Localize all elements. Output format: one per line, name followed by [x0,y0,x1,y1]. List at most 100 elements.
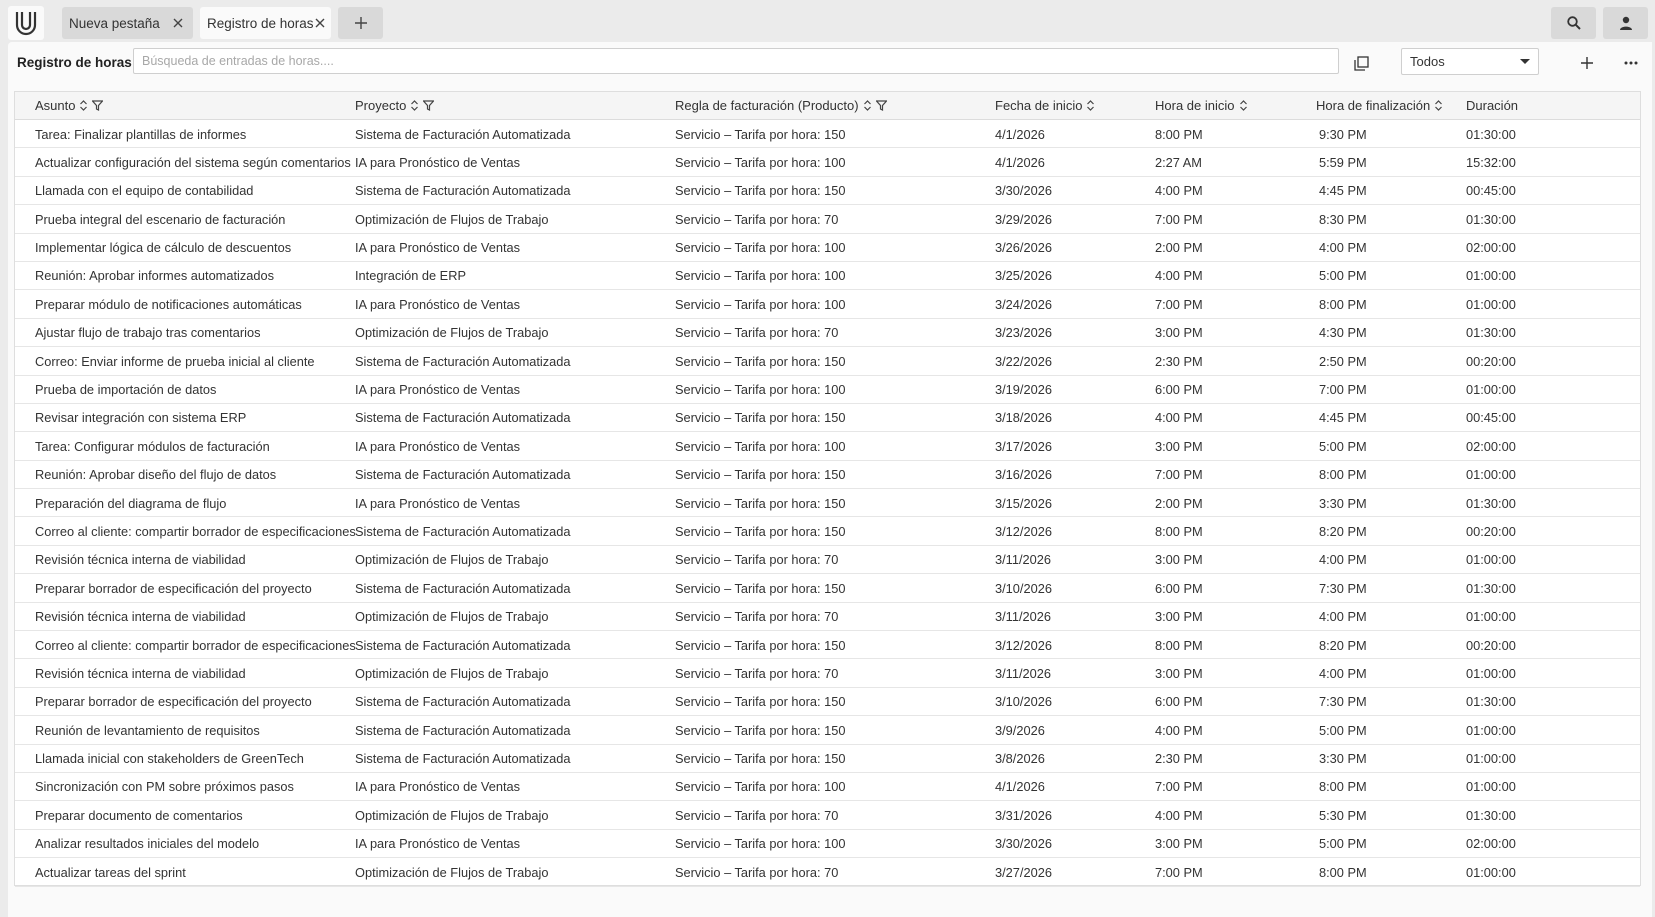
cell-hora-finalizacion: 8:20 PM [1319,523,1367,539]
cell-hora-inicio: 8:00 PM [1155,523,1203,539]
table-row[interactable]: Actualizar tareas del sprint Optimización… [15,858,1640,887]
table-row[interactable]: Preparación del diagrama de flujo IA para… [15,489,1640,518]
table-row[interactable]: Correo: Enviar informe de prueba inicial… [15,347,1640,376]
cell-duracion: 01:00:00 [1466,382,1516,398]
cell-hora-finalizacion: 8:00 PM [1319,864,1367,880]
cell-asunto: Reunión: Aprobar informes automatizados [35,268,275,284]
cell-hora-inicio: 7:00 PM [1155,467,1203,483]
cell-hora-inicio: 4:00 PM [1155,722,1203,738]
table-row[interactable]: Correo al cliente: compartir borrador de… [15,517,1640,546]
filter-select[interactable]: Todos [1401,48,1539,75]
column-header-label: Proyecto [355,98,407,113]
table-row[interactable]: Implementar lógica de cálculo de descuen… [15,234,1640,262]
cell-hora-inicio: 4:00 PM [1155,410,1203,426]
filter-icon[interactable] [92,100,104,111]
cell-duracion: 00:20:00 [1466,523,1516,539]
cell-duracion: 01:00:00 [1466,467,1516,483]
table-row[interactable]: Reunión de levantamiento de requisitos Si… [15,716,1640,745]
column-header-duracion[interactable]: Duración [1466,92,1518,119]
table-row[interactable]: Reunión: Aprobar informes automatizados I… [15,262,1640,291]
cell-asunto: Analizar resultados iniciales del modelo [35,836,260,852]
new-tab-button[interactable] [338,7,383,39]
filter-icon[interactable] [875,100,887,111]
table-row[interactable]: Revisión técnica interna de viabilidad Op… [15,546,1640,575]
cell-duracion: 01:30:00 [1466,495,1516,511]
sort-icon[interactable] [1239,100,1247,111]
table-row[interactable]: Llamada inicial con stakeholders de Gree… [15,745,1640,773]
sort-icon[interactable] [80,100,88,111]
column-header-fecha-inicio[interactable]: Fecha de inicio [995,92,1095,119]
cell-fecha-inicio: 3/9/2026 [995,722,1045,738]
column-header-hora-finalizacion[interactable]: Hora de finalización [1316,92,1443,119]
cell-hora-inicio: 2:27 AM [1155,154,1202,170]
cell-proyecto: Sistema de Facturación Automatizada [355,694,571,710]
cell-hora-finalizacion: 5:59 PM [1319,154,1367,170]
table-row[interactable]: Llamada con el equipo de contabilidad Sis… [15,177,1640,206]
table-row[interactable]: Analizar resultados iniciales del modelo… [15,830,1640,859]
user-account-button[interactable] [1603,7,1648,39]
cell-fecha-inicio: 3/11/2026 [995,552,1051,568]
cell-proyecto: Optimización de Flujos de Trabajo [355,609,549,625]
table-row[interactable]: Revisión técnica interna de viabilidad Op… [15,659,1640,688]
table-row[interactable]: Tarea: Finalizar plantillas de informes S… [15,120,1640,149]
user-icon [1619,16,1632,30]
cell-regla-facturacion: Servicio – Tarifa por hora: 70 [675,864,839,880]
filter-icon[interactable] [423,100,435,111]
app-logo[interactable] [8,6,44,40]
sort-icon[interactable] [863,100,871,111]
table-row[interactable]: Preparar borrador de especificación del … [15,574,1640,603]
copy-button[interactable] [1348,50,1374,76]
cell-hora-finalizacion: 8:00 PM [1319,467,1367,483]
table-row[interactable]: Prueba integral del escenario de factura… [15,205,1640,234]
close-icon[interactable] [314,12,327,34]
table-row[interactable]: Actualizar configuración del sistema seg… [15,148,1640,177]
table-row[interactable]: Preparar módulo de notificaciones automá… [15,290,1640,319]
add-entry-button[interactable] [1574,50,1600,76]
cell-hora-finalizacion: 7:30 PM [1319,580,1367,596]
sort-icon[interactable] [1087,100,1095,111]
cell-hora-inicio: 4:00 PM [1155,268,1203,284]
sort-icon[interactable] [1435,100,1443,111]
column-header-proyecto[interactable]: Proyecto [355,92,435,119]
cell-hora-finalizacion: 7:00 PM [1319,382,1367,398]
table-row[interactable]: Preparar borrador de especificación del … [15,688,1640,717]
column-header-hora-inicio[interactable]: Hora de inicio [1155,92,1247,119]
cell-duracion: 01:30:00 [1466,807,1516,823]
cell-regla-facturacion: Servicio – Tarifa por hora: 150 [675,495,846,511]
cell-hora-inicio: 7:00 PM [1155,864,1203,880]
tab-registro-de-horas[interactable]: Registro de horas [200,7,331,39]
cell-hora-inicio: 7:00 PM [1155,211,1203,227]
table-row[interactable]: Ajustar flujo de trabajo tras comentario… [15,319,1640,348]
cell-hora-finalizacion: 2:50 PM [1319,353,1367,369]
sort-icon[interactable] [411,100,419,111]
column-header-regla-facturacion[interactable]: Regla de facturación (Producto) [675,92,887,119]
cell-asunto: Reunión: Aprobar diseño del flujo de dat… [35,467,277,483]
more-options-button[interactable] [1618,50,1644,76]
table-row[interactable]: Revisar integración con sistema ERP Siste… [15,404,1640,433]
table-row[interactable]: Correo al cliente: compartir borrador de… [15,631,1640,660]
table-row[interactable]: Reunión: Aprobar diseño del flujo de dat… [15,461,1640,490]
cell-regla-facturacion: Servicio – Tarifa por hora: 100 [675,154,846,170]
close-icon[interactable] [167,12,189,34]
cell-duracion: 00:45:00 [1466,410,1516,426]
tab-nueva-pestana[interactable]: Nueva pestaña [62,7,193,39]
cell-duracion: 01:00:00 [1466,779,1516,795]
cell-hora-inicio: 3:00 PM [1155,836,1203,852]
search-input[interactable] [133,48,1339,74]
global-search-button[interactable] [1551,7,1596,39]
column-header-asunto[interactable]: Asunto [35,92,104,119]
cell-asunto: Sincronización con PM sobre próximos pas… [35,779,294,795]
cell-fecha-inicio: 3/12/2026 [995,523,1052,539]
cell-duracion: 01:30:00 [1466,694,1516,710]
table-row[interactable]: Revisión técnica interna de viabilidad Op… [15,603,1640,632]
cell-hora-finalizacion: 3:30 PM [1319,495,1367,511]
cell-hora-inicio: 3:00 PM [1155,552,1203,568]
table-row[interactable]: Tarea: Configurar módulos de facturación… [15,432,1640,461]
cell-proyecto: Sistema de Facturación Automatizada [355,580,571,596]
cell-regla-facturacion: Servicio – Tarifa por hora: 150 [675,523,846,539]
cell-hora-inicio: 4:00 PM [1155,807,1203,823]
table-row[interactable]: Preparar documento de comentarios Optimiz… [15,801,1640,830]
table-row[interactable]: Sincronización con PM sobre próximos pas… [15,773,1640,802]
cell-regla-facturacion: Servicio – Tarifa por hora: 70 [675,325,839,341]
table-row[interactable]: Prueba de importación de datos IA para Pr… [15,376,1640,404]
